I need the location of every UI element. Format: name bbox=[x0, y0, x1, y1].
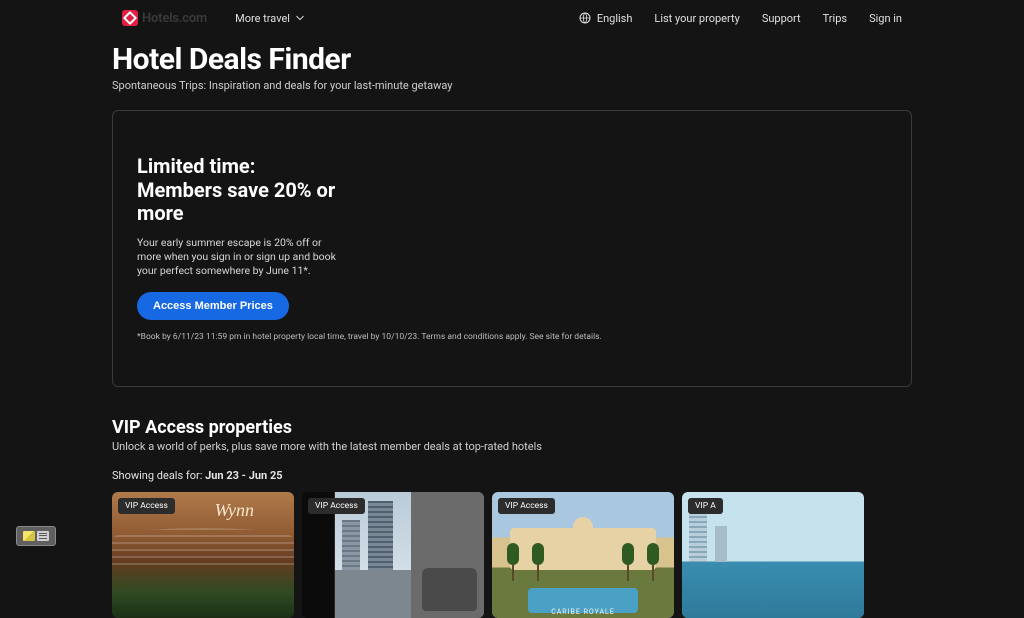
brand-logo-mark bbox=[122, 10, 138, 26]
nav-support[interactable]: Support bbox=[762, 12, 801, 25]
taskbar-widget[interactable] bbox=[16, 526, 56, 546]
property-card[interactable]: CARIBE ROYALE VIP Access bbox=[492, 492, 674, 618]
chevron-down-icon bbox=[296, 14, 304, 22]
access-member-prices-button[interactable]: Access Member Prices bbox=[137, 292, 289, 320]
page-subtitle: Spontaneous Trips: Inspiration and deals… bbox=[112, 79, 912, 92]
taskbar-list-icon bbox=[37, 531, 49, 541]
more-travel-dropdown[interactable]: More travel bbox=[235, 12, 304, 25]
nav-sign-in[interactable]: Sign in bbox=[869, 12, 902, 25]
property-card[interactable]: VIP Access bbox=[302, 492, 484, 618]
property-caption: CARIBE ROYALE bbox=[492, 608, 674, 616]
brand-logo[interactable]: Hotels.com bbox=[122, 10, 207, 26]
page-title: Hotel Deals Finder bbox=[112, 42, 912, 77]
property-card[interactable]: VIP A bbox=[682, 492, 864, 618]
showing-deals-line: Showing deals for: Jun 23 - Jun 25 bbox=[112, 469, 912, 482]
showing-deals-prefix: Showing deals for: bbox=[112, 469, 205, 482]
vip-access-badge: VIP A bbox=[688, 498, 723, 514]
showing-deals-dates: Jun 23 - Jun 25 bbox=[205, 469, 282, 482]
vip-cards-row[interactable]: Wynn VIP Access VIP Access CARIBE ROYALE… bbox=[112, 492, 912, 618]
property-card[interactable]: Wynn VIP Access bbox=[112, 492, 294, 618]
vip-access-badge: VIP Access bbox=[118, 498, 175, 514]
nav-trips[interactable]: Trips bbox=[823, 12, 847, 25]
vip-access-badge: VIP Access bbox=[308, 498, 365, 514]
promo-description: Your early summer escape is 20% off or m… bbox=[137, 236, 337, 279]
promo-fineprint: *Book by 6/11/23 11:59 pm in hotel prope… bbox=[137, 332, 887, 342]
globe-icon bbox=[579, 12, 591, 24]
vip-access-badge: VIP Access bbox=[498, 498, 555, 514]
header-nav-right: English List your property Support Trips… bbox=[579, 12, 902, 25]
language-selector[interactable]: English bbox=[579, 12, 633, 25]
header: Hotels.com More travel English List your… bbox=[112, 0, 912, 36]
more-travel-label: More travel bbox=[235, 12, 290, 25]
vip-section-title: VIP Access properties bbox=[112, 417, 912, 438]
language-label: English bbox=[597, 12, 633, 25]
promo-heading: Limited time: Members save 20% or more bbox=[137, 155, 337, 226]
promo-banner: Limited time: Members save 20% or more Y… bbox=[112, 110, 912, 387]
taskbar-app-icon bbox=[23, 531, 35, 541]
brand-logo-text: Hotels.com bbox=[142, 11, 207, 26]
vip-section-subtitle: Unlock a world of perks, plus save more … bbox=[112, 440, 912, 453]
nav-list-property[interactable]: List your property bbox=[654, 12, 739, 25]
